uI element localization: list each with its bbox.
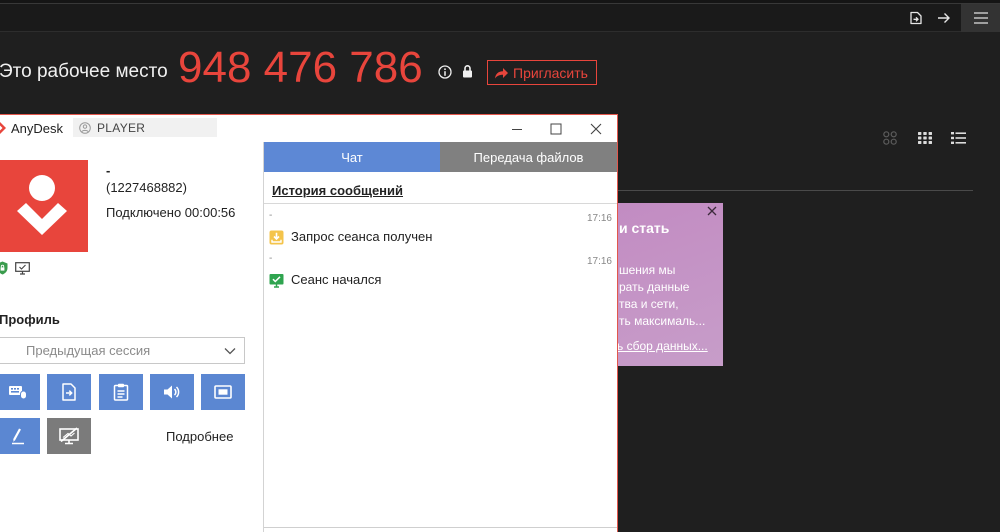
info-icon[interactable] xyxy=(438,65,452,79)
chat-message: - 17:16 Запрос сеанса получен xyxy=(264,204,617,247)
connection-status: Подключено 00:00:56 xyxy=(106,205,236,220)
arrow-right-icon[interactable] xyxy=(937,12,951,24)
display-button[interactable] xyxy=(201,374,245,410)
lock-icon[interactable] xyxy=(462,64,473,78)
own-address: 948 476 786 xyxy=(178,43,423,92)
invite-label: Пригласить xyxy=(513,64,588,81)
main-toolbar xyxy=(0,4,1000,32)
more-link[interactable]: Подробнее xyxy=(166,429,233,445)
input-control-button[interactable] xyxy=(0,374,40,410)
file-transfer-icon xyxy=(61,383,77,401)
tab-chat-label: Чат xyxy=(341,149,363,165)
notification-line: ть максималь... xyxy=(619,314,706,328)
audio-icon xyxy=(163,384,181,400)
tab-file-transfer[interactable]: Передача файлов xyxy=(440,142,617,172)
whiteboard-button[interactable] xyxy=(0,418,40,454)
panel-divider xyxy=(263,142,264,532)
tab-file-transfer-label: Передача файлов xyxy=(473,149,584,165)
menu-icon xyxy=(973,12,988,24)
message-time: 17:16 xyxy=(586,256,612,267)
notification-card: и стать шения мы рать данные тва и сети,… xyxy=(600,203,723,366)
session-request-icon xyxy=(269,230,284,245)
grid-icon[interactable] xyxy=(918,132,932,144)
avatar xyxy=(0,160,88,252)
profile-dropdown[interactable]: Предыдущая сессия xyxy=(0,337,245,364)
privacy-mode-icon xyxy=(58,427,80,445)
message-text: Запрос сеанса получен xyxy=(291,229,433,244)
shield-icon xyxy=(0,261,8,275)
clipboard-icon xyxy=(113,383,129,401)
remote-name: - xyxy=(106,163,111,178)
maximize-button[interactable] xyxy=(549,122,563,136)
file-transfer-button[interactable] xyxy=(47,374,91,410)
message-sender: - xyxy=(269,210,273,221)
monitor-icon xyxy=(15,262,30,275)
close-button[interactable] xyxy=(589,122,603,136)
file-transfer-icon[interactable] xyxy=(909,11,923,25)
notification-line: рать данные xyxy=(619,280,690,294)
tab-chat[interactable]: Чат xyxy=(264,142,440,172)
message-time: 17:16 xyxy=(586,213,612,224)
chat-history-heading: История сообщений xyxy=(272,183,404,198)
anydesk-logo-icon xyxy=(0,122,6,134)
share-icon xyxy=(494,67,509,79)
session-started-icon xyxy=(269,273,284,288)
privacy-mode-button[interactable] xyxy=(47,418,91,454)
notification-link[interactable]: ь сбор данных... xyxy=(617,339,708,354)
workplace-label: Это рабочее место xyxy=(0,61,168,82)
notification-line: тва и сети, xyxy=(619,297,679,311)
profile-label: Профиль xyxy=(0,312,60,327)
profile-dropdown-value: Предыдущая сессия xyxy=(26,343,151,358)
section-divider xyxy=(600,190,973,191)
tiles-icon[interactable] xyxy=(883,131,897,145)
whiteboard-pen-icon xyxy=(9,427,27,445)
message-sender: - xyxy=(269,253,273,264)
menu-button[interactable] xyxy=(961,4,1000,32)
session-window: AnyDesk PLAYER - (1227468882) Подключено… xyxy=(0,114,618,532)
app-title: AnyDesk xyxy=(11,121,64,136)
address-input[interactable]: PLAYER xyxy=(73,118,217,137)
notification-title: и стать xyxy=(619,220,670,236)
list-icon[interactable] xyxy=(951,132,966,144)
address-input-value: PLAYER xyxy=(97,120,146,135)
user-icon xyxy=(79,121,91,134)
clipboard-button[interactable] xyxy=(99,374,143,410)
chevron-down-icon xyxy=(224,348,236,355)
minimize-button[interactable] xyxy=(510,122,524,136)
remote-id: (1227468882) xyxy=(106,180,187,195)
chat-input-divider xyxy=(264,527,617,528)
audio-button[interactable] xyxy=(150,374,194,410)
message-text: Сеанс начался xyxy=(291,272,382,287)
input-control-icon xyxy=(8,384,28,400)
close-icon[interactable] xyxy=(707,206,717,216)
display-icon xyxy=(214,385,232,399)
notification-line: шения мы xyxy=(619,263,676,277)
invite-button[interactable]: Пригласить xyxy=(487,60,597,85)
chat-message: - 17:16 Сеанс начался xyxy=(264,247,617,290)
